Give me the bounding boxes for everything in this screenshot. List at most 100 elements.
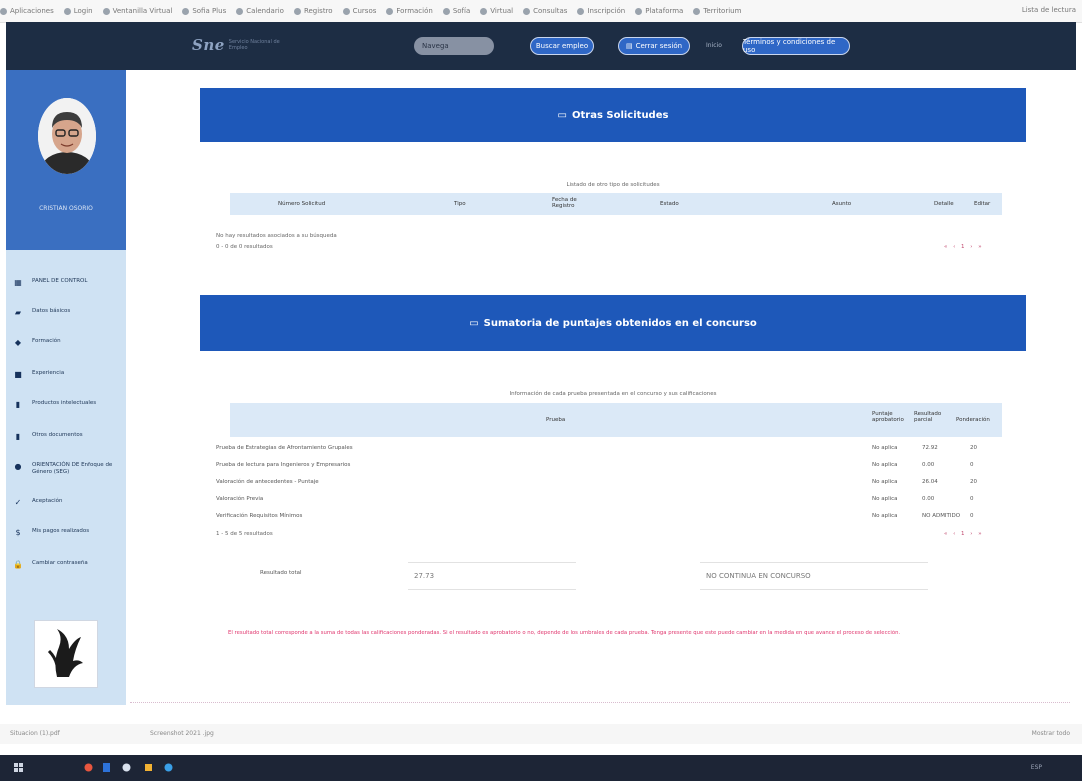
other-requests-title: Otras Solicitudes <box>571 109 669 121</box>
bookmark-label: Formación <box>396 7 433 15</box>
sidebar-item-2[interactable]: ◆ Formación <box>14 338 124 347</box>
lock-icon: 🔒 <box>13 559 23 569</box>
app-icon-4[interactable] <box>144 762 153 773</box>
total-result-label: Resultado total <box>260 570 302 576</box>
download-item-1[interactable]: Situacion (1).pdf <box>10 730 60 737</box>
total-result-value: 27.73 <box>408 562 576 590</box>
bookmark-label: Calendario <box>246 7 284 15</box>
bookmark-label: Aplicaciones <box>10 7 54 15</box>
bookmark-label: Cursos <box>352 7 377 15</box>
sidebar-menu: ▦ PANEL DE CONTROL ▰ Datos básicos ◆ Formació… <box>6 250 126 705</box>
globe-icon <box>442 7 450 15</box>
globe-icon: ● <box>14 461 22 471</box>
table-row: Verificación Requisitos Mínimos No aplica… <box>216 513 1006 523</box>
col-passing-score: Puntaje aprobatorio <box>872 411 904 423</box>
sidebar-item-6[interactable]: ● ORIENTACIÓN DE Enfoque de Género (SEG) <box>14 462 124 476</box>
bookmark-item[interactable]: Registro <box>293 7 333 15</box>
bookmark-label: Virtual <box>490 7 514 15</box>
disclaimer-text: El resultado total corresponde a la suma… <box>228 630 901 636</box>
col-weighting: Ponderación <box>956 417 990 423</box>
row-partial-result: 0.00 <box>922 496 935 502</box>
book-icon: ▮ <box>15 399 21 409</box>
app-icon-5[interactable] <box>164 762 173 773</box>
globe-icon <box>635 7 643 15</box>
bookmark-item[interactable]: Calendario <box>236 7 284 15</box>
bookmark-item[interactable]: Plataforma <box>635 7 683 15</box>
bookmark-item[interactable]: Cursos <box>342 7 377 15</box>
other-requests-caption: Listado de otro tipo de solicitudes <box>566 182 660 188</box>
taskbar: ESP <box>0 755 1082 781</box>
sidebar-item-3[interactable]: ■ Experiencia <box>14 369 124 379</box>
bookmarks-bar: Aplicaciones Login Ventanilla Virtual Sofia… <box>0 0 1082 23</box>
show-all-downloads[interactable]: Mostrar todo <box>1032 730 1070 737</box>
globe-icon <box>523 7 531 15</box>
logo-text: Servicio Nacional de Empleo <box>228 39 280 51</box>
bookmark-item[interactable]: Sofia Plus <box>182 7 226 15</box>
scores-title: Sumatoria de puntajes obtenidos en el co… <box>483 317 757 329</box>
logo[interactable]: Sne Servicio Nacional de Empleo <box>192 36 299 54</box>
sidebar-item-label: Aceptación <box>32 498 63 504</box>
row-passing-score: No aplica <box>872 462 898 468</box>
row-weighting: 20 <box>970 479 977 485</box>
start-icon[interactable] <box>14 762 23 773</box>
bookmark-item[interactable]: Inscripción <box>577 7 625 15</box>
row-passing-score: No aplica <box>872 513 898 519</box>
col-type: Tipo <box>454 201 466 207</box>
bookmark-item[interactable]: Sofía <box>442 7 471 15</box>
avatar <box>38 98 96 174</box>
reading-list-link[interactable]: Lista de lectura <box>1022 6 1076 14</box>
col-status: Estado <box>660 201 679 207</box>
institution-logo <box>34 620 98 688</box>
sidebar-item-8[interactable]: $ Mis pagos realizados <box>14 528 124 537</box>
bookmark-item[interactable]: Login <box>63 7 93 15</box>
briefcase-icon: ■ <box>14 369 22 379</box>
bookmark-item[interactable]: Formación <box>386 7 433 15</box>
bookmark-label: Ventanilla Virtual <box>112 7 173 15</box>
system-tray-language[interactable]: ESP <box>1031 764 1042 771</box>
bookmark-item[interactable]: Consultas <box>523 7 567 15</box>
home-link[interactable]: Inicio <box>706 42 722 49</box>
download-item-2[interactable]: Screenshot 2021 .jpg <box>150 730 214 737</box>
sidebar-item-5[interactable]: ▮ Otros documentos <box>14 431 124 441</box>
row-partial-result: 0.00 <box>922 462 935 468</box>
scores-pagination[interactable]: « ‹ 1 › » <box>944 531 984 537</box>
globe-icon <box>577 7 585 15</box>
bookmark-item[interactable]: Virtual <box>480 7 513 15</box>
col-edit: Editar <box>974 201 991 207</box>
bookmark-item[interactable]: Ventanilla Virtual <box>102 7 173 15</box>
dashboard-icon: ▦ <box>14 277 22 287</box>
logout-button[interactable]: ▤ Cerrar sesión <box>618 37 690 55</box>
terms-button[interactable]: Términos y condiciones de uso <box>742 37 850 55</box>
sidebar-item-1[interactable]: ▰ Datos básicos <box>14 308 124 317</box>
app-icon-2[interactable] <box>102 762 111 773</box>
sidebar-item-4[interactable]: ▮ Productos intelectuales <box>14 399 124 409</box>
other-requests-pagination[interactable]: « ‹ 1 › » <box>944 244 984 250</box>
handshake-icon: ✓ <box>14 497 22 507</box>
bookmark-item[interactable]: Aplicaciones <box>0 7 54 15</box>
search-jobs-button[interactable]: Buscar empleo <box>530 37 594 55</box>
search-input[interactable] <box>414 37 494 55</box>
logout-icon: ▤ <box>625 42 633 50</box>
sidebar-item-9[interactable]: 🔒 Cambiar contraseña <box>13 559 124 569</box>
globe-icon <box>293 7 301 15</box>
divider <box>130 702 1070 706</box>
row-partial-result: 72.92 <box>922 445 938 451</box>
col-registration-date: Fecha de Registro <box>552 197 577 209</box>
sidebar-item-7[interactable]: ✓ Aceptación <box>14 497 124 507</box>
scores-count: 1 - 5 de 5 resultados <box>216 531 273 537</box>
bookmark-label: Inscripción <box>587 7 626 15</box>
document-icon: ▮ <box>15 431 21 441</box>
other-requests-count: 0 - 0 de 0 resultados <box>216 244 273 250</box>
row-test: Verificación Requisitos Mínimos <box>216 513 303 519</box>
sidebar-item-label: PANEL DE CONTROL <box>32 278 88 284</box>
app-header: Sne Servicio Nacional de Empleo Buscar e… <box>6 22 1076 70</box>
sidebar-item-0[interactable]: ▦ PANEL DE CONTROL <box>14 277 124 287</box>
bookmark-item[interactable]: Territorium <box>693 7 741 15</box>
app-icon-3[interactable] <box>122 762 131 773</box>
bookmark-label: Registro <box>303 7 333 15</box>
sidebar-item-label: Productos intelectuales <box>32 400 97 406</box>
app-icon-1[interactable] <box>84 762 93 773</box>
table-row: Valoración Previa No aplica 0.00 0 <box>216 496 1006 506</box>
bookmark-label: Sofía <box>452 7 471 15</box>
globe-icon <box>480 7 488 15</box>
